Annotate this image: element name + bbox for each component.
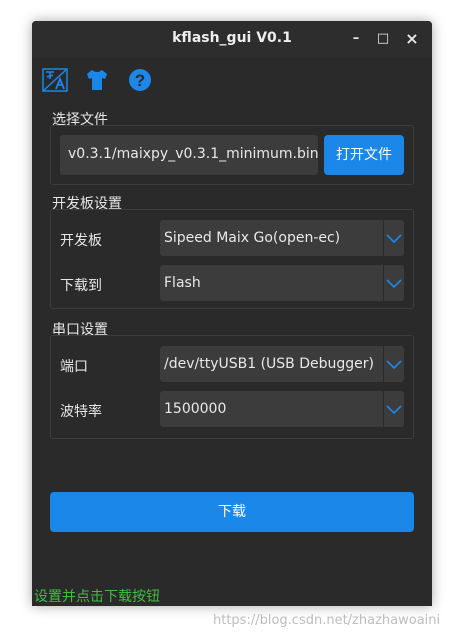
title-bar[interactable]: kflash_gui V0.1 – □ × bbox=[32, 21, 432, 57]
port-select-divider bbox=[383, 346, 384, 382]
board-select-value: Sipeed Maix Go(open-ec) bbox=[164, 230, 341, 246]
tshirt-icon[interactable] bbox=[84, 67, 110, 93]
board-label: 开发板 bbox=[60, 233, 102, 249]
app-window: kflash_gui V0.1 – □ × ? 选择文件 v0.3.1/maix… bbox=[32, 21, 432, 606]
minimize-icon: – bbox=[352, 30, 360, 46]
baud-label: 波特率 bbox=[60, 404, 102, 420]
chevron-down-icon bbox=[386, 405, 402, 415]
board-select[interactable]: Sipeed Maix Go(open-ec) bbox=[160, 220, 404, 256]
target-select-value: Flash bbox=[164, 275, 201, 291]
chevron-down-icon bbox=[386, 234, 402, 244]
target-select[interactable]: Flash bbox=[160, 265, 404, 301]
port-select-value: /dev/ttyUSB1 (USB Debugger) bbox=[164, 356, 374, 372]
window-title: kflash_gui V0.1 bbox=[172, 30, 292, 46]
baud-select-value: 1500000 bbox=[164, 401, 227, 417]
maximize-icon: □ bbox=[376, 30, 390, 46]
translate-icon[interactable] bbox=[42, 67, 68, 93]
help-icon[interactable]: ? bbox=[127, 67, 153, 93]
baud-select-divider bbox=[383, 391, 384, 427]
port-select[interactable]: /dev/ttyUSB1 (USB Debugger) bbox=[160, 346, 404, 382]
minimize-button[interactable]: – bbox=[346, 28, 366, 48]
download-button[interactable]: 下载 bbox=[50, 492, 414, 532]
chevron-down-icon bbox=[386, 360, 402, 370]
watermark: https://blog.csdn.net/zhazhawoaini bbox=[213, 613, 441, 628]
maximize-button[interactable]: □ bbox=[373, 28, 393, 48]
open-file-button[interactable]: 打开文件 bbox=[324, 135, 404, 175]
file-path-field[interactable]: v0.3.1/maixpy_v0.3.1_minimum.bin bbox=[60, 135, 318, 175]
baud-select[interactable]: 1500000 bbox=[160, 391, 404, 427]
board-select-divider bbox=[383, 220, 384, 256]
port-label: 端口 bbox=[60, 359, 88, 375]
target-select-divider bbox=[383, 265, 384, 301]
help-glyph: ? bbox=[135, 71, 145, 90]
chevron-down-icon bbox=[386, 279, 402, 289]
status-text: 设置并点击下载按钮 bbox=[34, 589, 160, 605]
target-label: 下载到 bbox=[60, 278, 102, 294]
close-button[interactable]: × bbox=[402, 28, 422, 48]
close-icon: × bbox=[405, 28, 419, 48]
